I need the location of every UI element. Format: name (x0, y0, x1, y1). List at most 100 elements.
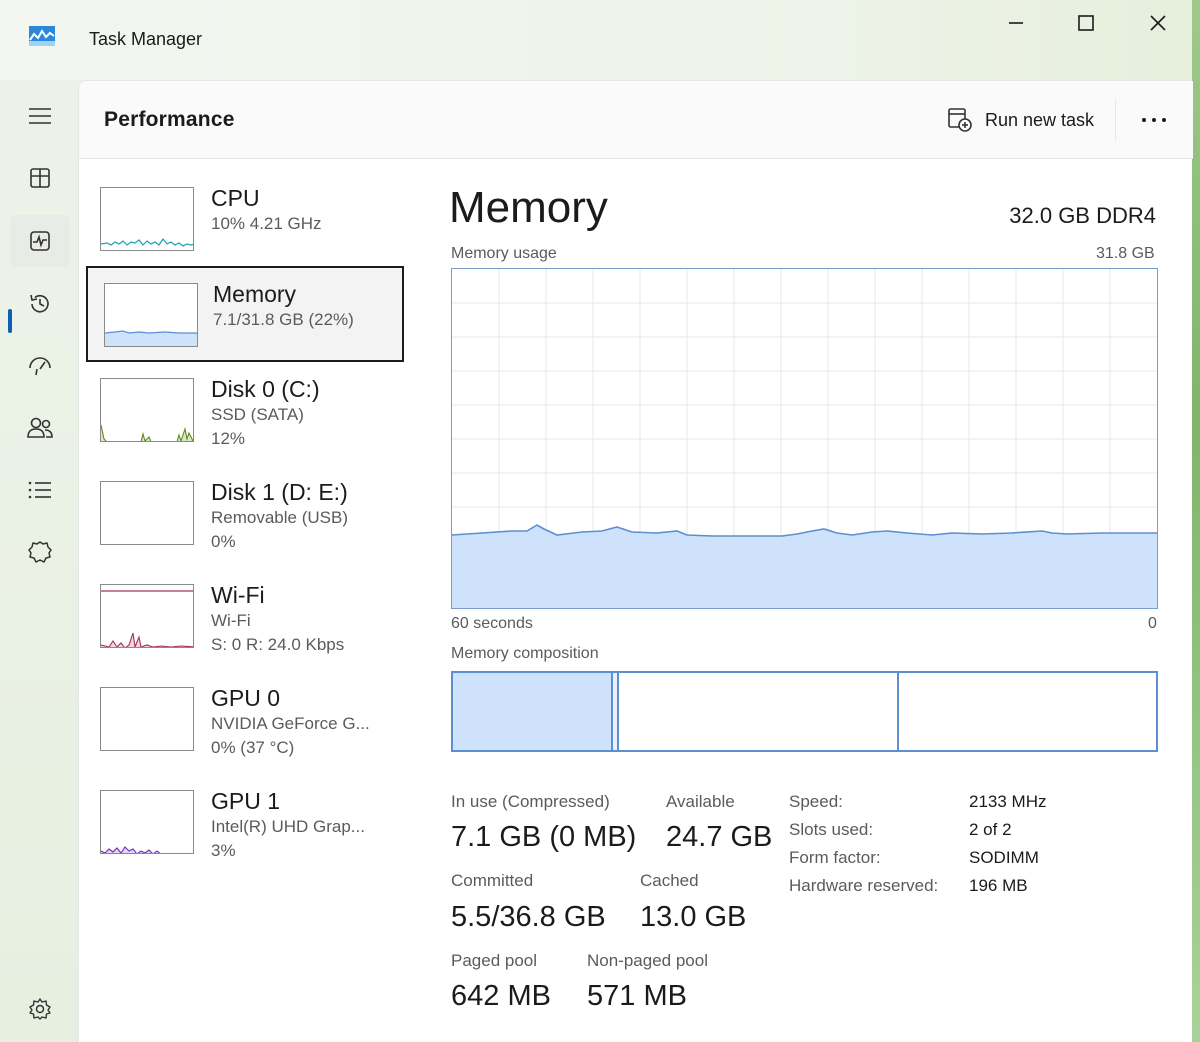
form-factor-value: SODIMM (969, 848, 1039, 867)
minimize-button[interactable] (993, 6, 1039, 40)
resource-tile-wifi[interactable]: Wi-Fi Wi-Fi S: 0 R: 24.0 Kbps (87, 574, 403, 670)
cached-label: Cached (640, 871, 699, 890)
panel-header: Performance Run new task (79, 81, 1193, 159)
cached-value: 13.0 GB (640, 901, 747, 933)
resource-detail: S: 0 R: 24.0 Kbps (211, 635, 345, 654)
composition-divider (617, 673, 619, 750)
resource-title: Memory (213, 281, 297, 307)
nav-details[interactable] (10, 464, 70, 516)
resource-tile-disk0[interactable]: Disk 0 (C:) SSD (SATA) 12% (87, 368, 403, 464)
resource-detail: 3% (211, 841, 236, 860)
resource-title: Disk 1 (D: E:) (211, 479, 348, 505)
composition-divider (897, 673, 899, 750)
speed-key: Speed: (789, 792, 843, 811)
form-factor-key: Form factor: (789, 848, 881, 867)
resource-detail: 0% (211, 532, 236, 551)
performance-icon (30, 231, 50, 251)
in-use-value: 7.1 GB (0 MB) (451, 821, 637, 853)
resource-detail: Intel(R) UHD Grap... (211, 817, 365, 836)
resource-detail: 10% 4.21 GHz (211, 214, 322, 233)
gear-icon (29, 998, 51, 1020)
nav-services[interactable] (10, 526, 70, 578)
minimize-icon (1009, 22, 1023, 24)
users-icon (27, 417, 53, 438)
memory-usage-label: Memory usage (451, 245, 557, 262)
nav-settings[interactable] (10, 983, 70, 1035)
graph-time-left: 60 seconds (451, 615, 533, 632)
nav-startup-apps[interactable] (10, 340, 70, 392)
available-label: Available (666, 792, 735, 811)
maximize-icon (1078, 15, 1094, 31)
hardware-reserved-key: Hardware reserved: (789, 876, 939, 895)
resource-detail: 12% (211, 429, 246, 448)
nav-app-history[interactable] (10, 278, 70, 330)
close-button[interactable] (1135, 6, 1181, 40)
resource-tile-gpu0[interactable]: GPU 0 NVIDIA GeForce G... 0% (37 °C) (87, 677, 403, 773)
graph-time-right: 0 (1148, 615, 1157, 632)
memory-spec: 32.0 GB DDR4 (1009, 203, 1156, 228)
non-paged-pool-label: Non-paged pool (587, 951, 708, 970)
resource-title: GPU 1 (211, 788, 281, 814)
resource-detail: Removable (USB) (211, 508, 348, 527)
hamburger-icon (29, 108, 51, 124)
more-options-button[interactable] (1133, 103, 1175, 137)
non-paged-pool-value: 571 MB (587, 980, 687, 1012)
memory-composition-bar (451, 671, 1158, 752)
processes-icon (30, 168, 50, 188)
resource-tile-disk1[interactable]: Disk 1 (D: E:) Removable (USB) 0% (87, 471, 403, 567)
resource-title: Disk 0 (C:) (211, 376, 320, 402)
gpu1-thumbnail-graph (100, 790, 194, 854)
committed-label: Committed (451, 871, 534, 890)
committed-value: 5.5/36.8 GB (451, 901, 606, 933)
window-title: Task Manager (89, 29, 203, 49)
disk0-thumbnail-graph (100, 378, 194, 442)
run-new-task-icon (948, 108, 972, 132)
nav-processes[interactable] (10, 152, 70, 204)
in-use-label: In use (Compressed) (451, 792, 610, 811)
disk1-thumbnail-graph (100, 481, 194, 545)
cpu-thumbnail-graph (100, 187, 194, 251)
slots-used-key: Slots used: (789, 820, 874, 839)
paged-pool-label: Paged pool (451, 951, 538, 970)
resource-tile-memory[interactable]: Memory 7.1/31.8 GB (22%) (86, 266, 404, 362)
run-new-task-label: Run new task (985, 109, 1095, 130)
page-title: Performance (104, 108, 235, 131)
maximize-button[interactable] (1063, 6, 1109, 40)
details-icon (28, 481, 51, 499)
resource-detail: SSD (SATA) (211, 405, 304, 424)
resource-tile-gpu1[interactable]: GPU 1 Intel(R) UHD Grap... 3% (87, 780, 403, 876)
close-icon (1150, 15, 1166, 31)
wifi-thumbnail-graph (100, 584, 194, 648)
slots-used-value: 2 of 2 (969, 820, 1012, 839)
composition-in-use-segment (453, 673, 611, 750)
memory-composition-label: Memory composition (451, 645, 599, 662)
services-icon (28, 541, 52, 563)
resource-tile-cpu[interactable]: CPU 10% 4.21 GHz (87, 177, 403, 273)
resource-detail: 7.1/31.8 GB (22%) (213, 310, 354, 329)
header-divider (1115, 99, 1116, 141)
nav-menu-button[interactable] (10, 90, 70, 142)
resource-title: CPU (211, 185, 260, 211)
memory-thumbnail-graph (104, 283, 198, 347)
nav-users[interactable] (10, 402, 70, 454)
resource-title: GPU 0 (211, 685, 281, 711)
task-manager-app-icon (29, 26, 55, 46)
detail-title: Memory (449, 183, 608, 232)
more-icon (1142, 118, 1166, 122)
gpu0-thumbnail-graph (100, 687, 194, 751)
resource-detail: 0% (37 °C) (211, 738, 295, 757)
nav-performance[interactable] (10, 215, 70, 267)
resource-detail: NVIDIA GeForce G... (211, 714, 370, 733)
startup-icon (29, 357, 51, 376)
speed-value: 2133 MHz (969, 792, 1047, 811)
left-navigation (0, 80, 78, 1042)
performance-panel: Performance Run new task CPU 10% 4.21 GH… (78, 80, 1193, 1042)
run-new-task-button[interactable]: Run new task (941, 103, 1100, 137)
resource-detail: Wi-Fi (211, 611, 251, 630)
resource-title: Wi-Fi (211, 582, 265, 608)
memory-usage-max: 31.8 GB (1096, 245, 1155, 262)
available-value: 24.7 GB (666, 821, 773, 853)
hardware-reserved-value: 196 MB (969, 876, 1028, 895)
paged-pool-value: 642 MB (451, 980, 551, 1012)
history-icon (30, 294, 49, 313)
